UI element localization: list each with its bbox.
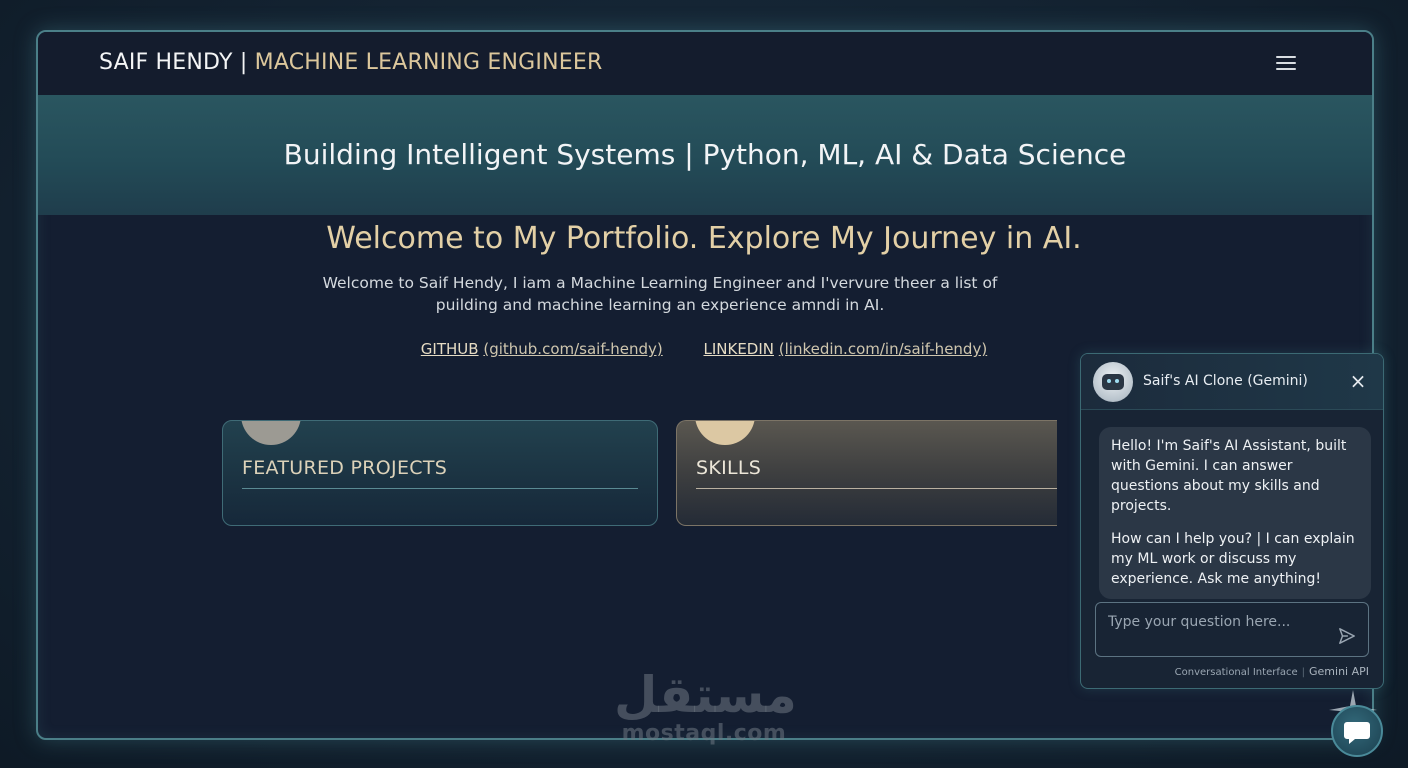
linkedin-link[interactable]: LINKEDIN: [703, 340, 774, 358]
page-title: Welcome to My Portfolio. Explore My Jour…: [326, 221, 1082, 256]
hero-tagline: Building Intelligent Systems | Python, M…: [283, 138, 1127, 171]
chat-launcher-button[interactable]: [1331, 705, 1383, 757]
close-icon[interactable]: ×: [1349, 371, 1367, 391]
chat-input-box[interactable]: [1095, 602, 1369, 657]
github-link[interactable]: GITHUB: [421, 340, 479, 358]
brand-separator: |: [239, 50, 248, 75]
card-title: FEATURED PROJECTS: [242, 457, 448, 479]
assistant-message: Hello! I'm Saif's AI Assistant, built wi…: [1099, 427, 1371, 599]
chat-input[interactable]: [1106, 613, 1330, 631]
footer-interface-label: Conversational Interface: [1174, 667, 1298, 678]
navbar: SAIF HENDY | MACHINE LEARNING ENGINEER: [38, 32, 1372, 95]
linkedin-url[interactable]: (linkedin.com/in/saif-hendy): [779, 340, 987, 358]
hero-banner: Building Intelligent Systems | Python, M…: [38, 95, 1372, 215]
card-circle-icon: [695, 421, 755, 445]
linkedin-link-group: LINKEDIN (linkedin.com/in/saif-hendy): [703, 340, 987, 358]
chat-title: Saif's AI Clone (Gemini): [1143, 373, 1308, 389]
intro-text: Welcome to Saif Hendy, I iam a Machine L…: [322, 274, 998, 314]
robot-avatar-icon: [1093, 362, 1133, 402]
footer-divider: |: [1301, 667, 1305, 678]
hamburger-menu-icon[interactable]: [1276, 56, 1296, 70]
chat-widget: Saif's AI Clone (Gemini) × Hello! I'm Sa…: [1080, 353, 1384, 689]
message-greeting: Hello! I'm Saif's AI Assistant, built wi…: [1111, 438, 1347, 514]
watermark-latin: mostaql.com: [621, 721, 787, 746]
chat-bubble-icon: [1344, 722, 1370, 744]
site-brand[interactable]: SAIF HENDY | MACHINE LEARNING ENGINEER: [99, 50, 602, 75]
skills-card[interactable]: SKILLS: [676, 420, 1057, 526]
github-link-group: GITHUB (github.com/saif-hendy): [421, 340, 663, 358]
send-icon[interactable]: [1338, 627, 1356, 645]
github-url[interactable]: (github.com/saif-hendy): [483, 340, 662, 358]
chat-header: Saif's AI Clone (Gemini) ×: [1081, 354, 1383, 410]
card-divider: [242, 488, 638, 489]
message-prompt: How can I help you? | I can explain my M…: [1111, 531, 1355, 587]
brand-name: SAIF HENDY: [99, 50, 233, 75]
footer-api-label: Gemini API: [1309, 665, 1369, 678]
watermark-arabic: مستقل: [614, 666, 797, 724]
card-title: SKILLS: [696, 457, 762, 479]
featured-projects-card[interactable]: FEATURED PROJECTS: [222, 420, 658, 526]
chat-footer: Conversational Interface | Gemini API: [1175, 665, 1369, 678]
watermark: مستقل mostaql.com: [614, 666, 797, 746]
card-divider: [696, 488, 1057, 489]
card-circle-icon: [241, 421, 301, 445]
brand-role: MACHINE LEARNING ENGINEER: [254, 50, 603, 75]
